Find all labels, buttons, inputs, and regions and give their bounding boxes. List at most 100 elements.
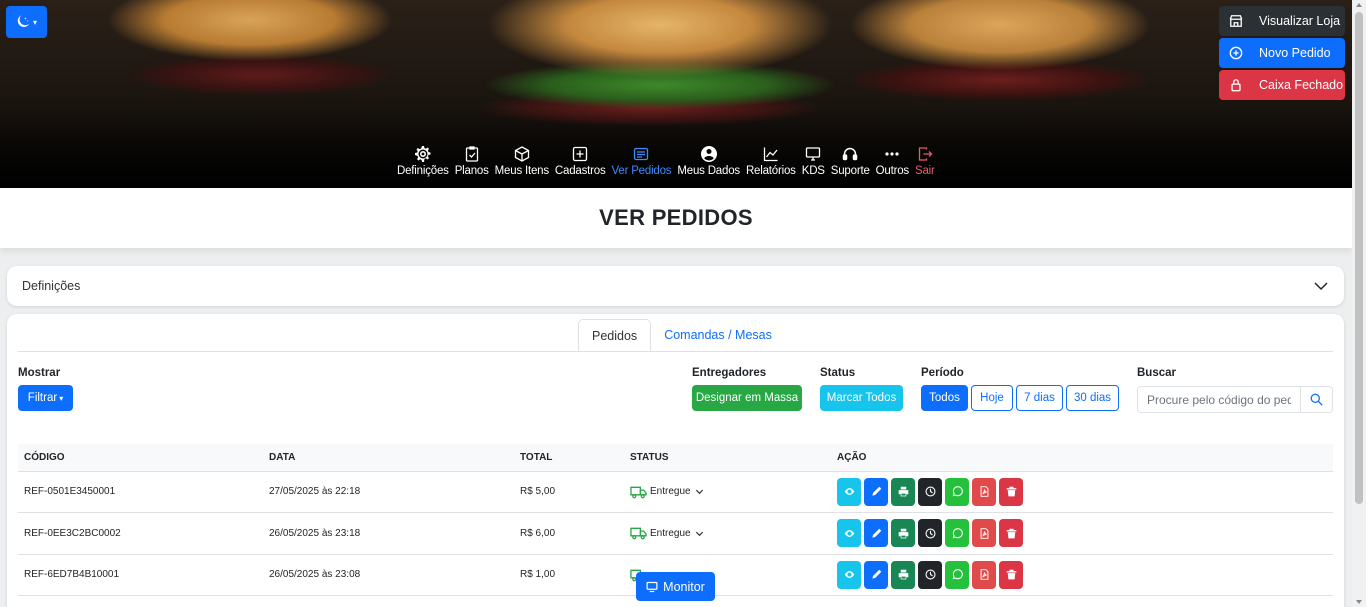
status-label: Status <box>820 367 856 379</box>
edit-button[interactable] <box>864 519 888 548</box>
nav-label: Cadastros <box>554 165 606 177</box>
nav-item-ver-pedidos[interactable]: Ver Pedidos <box>609 146 675 177</box>
history-button[interactable] <box>918 560 942 589</box>
pdf-button[interactable] <box>972 560 996 589</box>
delete-button[interactable] <box>999 560 1023 589</box>
nav-label: KDS <box>801 165 825 177</box>
print-button[interactable] <box>891 519 915 548</box>
mostrar-label: Mostrar <box>18 367 61 379</box>
period-hoje-button[interactable]: Hoje <box>971 385 1013 411</box>
period-7-dias-button[interactable]: 7 dias <box>1016 385 1063 411</box>
cell-total: R$ 6,00 <box>514 512 624 555</box>
delete-button[interactable] <box>999 519 1023 548</box>
period-todos-button[interactable]: Todos <box>921 385 968 411</box>
whatsapp-icon <box>952 569 963 580</box>
history-button[interactable] <box>918 477 942 506</box>
view-button[interactable] <box>837 477 861 506</box>
scroll-down-arrow-icon[interactable] <box>1356 600 1362 604</box>
clipboard-check-icon <box>465 146 478 162</box>
file-pdf-icon <box>980 486 988 498</box>
view-button[interactable] <box>837 560 861 589</box>
nav-item-meus-itens[interactable]: Meus Itens <box>492 146 552 177</box>
nav-item-outros[interactable]: Outros <box>873 146 912 177</box>
scrollbar-thumb[interactable] <box>1355 12 1363 504</box>
nav-label: Definições <box>397 165 449 177</box>
nav-label: Sair <box>914 165 935 177</box>
tabs: Pedidos Comandas / Mesas <box>578 319 785 352</box>
search-button[interactable] <box>1300 387 1332 412</box>
nav-item-kds[interactable]: KDS <box>799 146 828 177</box>
printer-icon <box>898 569 908 580</box>
nav-item-relatorios[interactable]: Relatórios <box>743 146 799 177</box>
edit-button[interactable] <box>864 477 888 506</box>
tab-comandas-mesas[interactable]: Comandas / Mesas <box>651 319 785 351</box>
definitions-accordion[interactable]: Definições <box>7 266 1344 306</box>
pencil-icon <box>871 486 881 496</box>
nav-item-sair[interactable]: Sair <box>912 146 938 177</box>
plus-square-icon <box>573 146 588 162</box>
novo-pedido-button[interactable]: Novo Pedido <box>1219 38 1345 68</box>
nav-item-meus-dados[interactable]: Meus Dados <box>674 146 743 177</box>
lock-icon <box>1229 78 1243 92</box>
edit-button[interactable] <box>864 560 888 589</box>
whatsapp-icon <box>952 486 963 497</box>
novo-pedido-label: Novo Pedido <box>1259 46 1331 60</box>
status-dropdown[interactable]: Entregue <box>630 526 825 540</box>
nav-label: Ver Pedidos <box>611 165 672 177</box>
nav-item-definicoes[interactable]: Definições <box>394 146 452 177</box>
tab-pedidos[interactable]: Pedidos <box>578 319 652 352</box>
gear-icon <box>414 146 431 162</box>
whatsapp-button[interactable] <box>945 560 969 589</box>
eye-icon <box>844 488 854 496</box>
print-button[interactable] <box>891 477 915 506</box>
designar-em-massa-button[interactable]: Designar em Massa <box>692 385 802 411</box>
print-button[interactable] <box>891 560 915 589</box>
caixa-fechado-button[interactable]: Caixa Fechado <box>1219 70 1345 100</box>
box-icon <box>514 146 529 162</box>
buscar-label: Buscar <box>1137 367 1176 379</box>
visualizar-loja-label: Visualizar Loja <box>1259 14 1341 28</box>
moon-stars-icon <box>17 15 30 27</box>
page-scrollbar[interactable] <box>1352 0 1366 607</box>
col-status: STATUS <box>624 444 831 472</box>
headset-icon <box>842 147 858 161</box>
whatsapp-button[interactable] <box>945 519 969 548</box>
page-title-band: VER PEDIDOS <box>0 188 1352 248</box>
pdf-button[interactable] <box>972 519 996 548</box>
status-dropdown[interactable]: Entregue <box>630 485 825 499</box>
delete-button[interactable] <box>999 477 1023 506</box>
marcar-todos-button[interactable]: Marcar Todos <box>820 385 903 411</box>
search-icon <box>1310 393 1323 406</box>
period-30-dias-button[interactable]: 30 dias <box>1066 385 1119 411</box>
cell-codigo: REF-0EE3C2BC0002 <box>18 512 263 555</box>
clock-icon <box>924 528 936 539</box>
table-header-row: CÓDIGO DATA TOTAL STATUS AÇÃO <box>18 444 1333 472</box>
truck-icon <box>630 486 647 499</box>
nav-label: Meus Itens <box>494 165 549 177</box>
nav-item-suporte[interactable]: Suporte <box>828 146 873 177</box>
monitor-button[interactable]: Monitor <box>636 572 715 601</box>
pencil-icon <box>871 569 881 579</box>
history-button[interactable] <box>918 519 942 548</box>
nav-item-cadastros[interactable]: Cadastros <box>552 146 609 177</box>
table-row: REF-0501E3450001 27/05/2025 às 22:18 R$ … <box>18 471 1333 513</box>
scroll-up-arrow-icon[interactable] <box>1356 3 1362 7</box>
tabs-divider <box>18 351 1333 352</box>
pdf-button[interactable] <box>972 477 996 506</box>
nav-item-planos[interactable]: Planos <box>452 146 492 177</box>
filtrar-button[interactable]: Filtrar ▾ <box>18 385 73 411</box>
pencil-icon <box>871 528 881 538</box>
chevron-down-icon: ▾ <box>32 17 37 27</box>
row-actions <box>837 560 1327 589</box>
search-input[interactable] <box>1138 387 1300 412</box>
user-circle-icon <box>700 146 717 162</box>
view-button[interactable] <box>837 519 861 548</box>
theme-toggle-button[interactable]: ▾ <box>6 6 47 38</box>
col-data: DATA <box>263 444 514 472</box>
trash-icon <box>1006 528 1016 539</box>
page-title: VER PEDIDOS <box>599 205 753 230</box>
visualizar-loja-button[interactable]: Visualizar Loja <box>1219 6 1345 36</box>
cell-data: 26/05/2025 às 23:18 <box>263 512 514 555</box>
trash-icon <box>1006 569 1016 580</box>
whatsapp-button[interactable] <box>945 477 969 506</box>
